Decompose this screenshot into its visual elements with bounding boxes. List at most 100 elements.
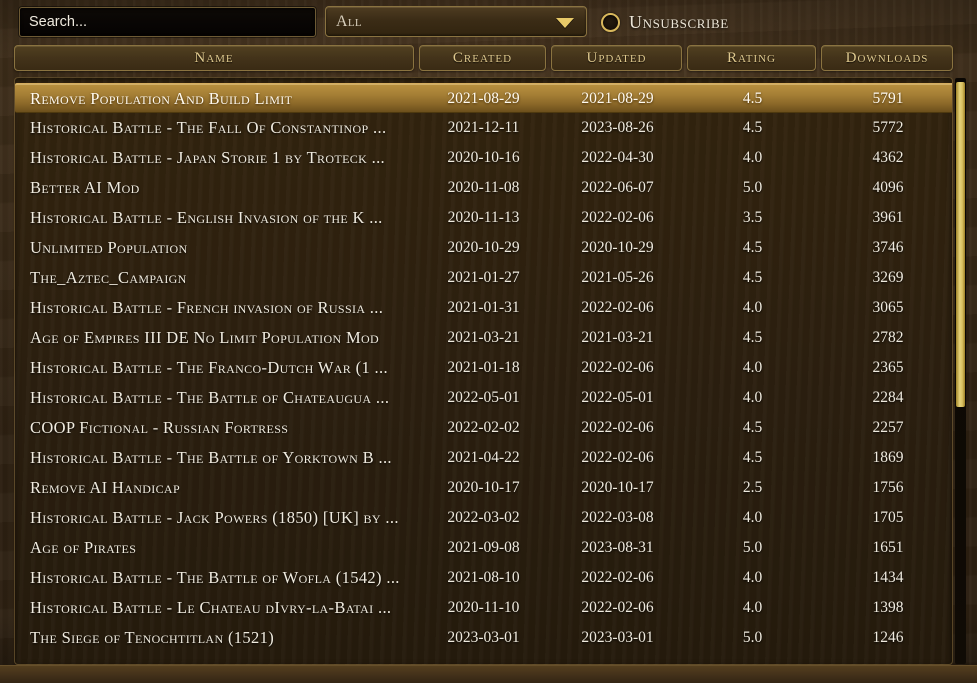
cell-name: Age of Pirates [30, 538, 137, 557]
unsubscribe-label: Unsubscribe [629, 11, 729, 32]
cell-name: Historical Battle - Jack Powers (1850) [… [30, 508, 399, 527]
cell-rating: 3.5 [742, 209, 763, 226]
cell-downloads: 1651 [872, 539, 904, 556]
radio-unchecked-icon[interactable] [601, 12, 620, 32]
table-row[interactable]: Better AI Mod 2020-11-08 2022-06-07 5.0 4096 [15, 173, 952, 203]
table-row[interactable]: Historical Battle - The Battle of Yorkto… [15, 443, 952, 473]
cell-name: Historical Battle - Le Chateau dIvry-la-… [30, 598, 392, 617]
cell-rating: 5.0 [742, 179, 763, 196]
cell-rating: 4.0 [742, 149, 763, 166]
cell-updated: 2022-02-06 [581, 569, 654, 586]
scrollbar-thumb[interactable] [956, 82, 965, 407]
filter-dropdown-value: All [336, 13, 362, 30]
table-row[interactable]: Remove Population And Build Limit 2021-08… [15, 83, 952, 113]
cell-downloads: 5772 [872, 119, 904, 136]
filter-dropdown[interactable]: All [325, 6, 587, 37]
cell-rating: 4.0 [742, 569, 763, 586]
vertical-scrollbar[interactable] [955, 78, 966, 664]
cell-name: The_Aztec_Campaign [30, 268, 187, 287]
cell-name: Better AI Mod [30, 178, 140, 197]
cell-downloads: 3746 [872, 239, 904, 256]
column-header-name[interactable]: Name [14, 45, 414, 71]
table-row[interactable]: Historical Battle - French invasion of R… [15, 293, 952, 323]
cell-downloads: 2365 [872, 359, 904, 376]
cell-created: 2021-03-21 [447, 329, 520, 346]
cell-rating: 5.0 [742, 539, 763, 556]
column-header-updated[interactable]: Updated [551, 45, 682, 71]
table-row[interactable]: Age of Pirates 2021-09-08 2023-08-31 5.0 165… [15, 533, 952, 563]
cell-updated: 2022-02-06 [581, 209, 654, 226]
table-row[interactable]: The Siege of Tenochtitlan (1521) 2023-03-… [15, 623, 952, 653]
cell-name: Age of Empires III DE No Limit Populatio… [30, 328, 380, 347]
cell-created: 2020-10-16 [447, 149, 520, 166]
cell-created: 2021-01-31 [447, 299, 520, 316]
search-input[interactable] [19, 7, 316, 37]
cell-name: Historical Battle - The Battle of Yorkto… [30, 448, 392, 467]
cell-rating: 4.0 [742, 599, 763, 616]
cell-name: Remove Population And Build Limit [30, 89, 293, 108]
cell-created: 2021-08-10 [447, 569, 520, 586]
cell-name: Remove AI Handicap [30, 478, 180, 497]
cell-rating: 4.0 [742, 359, 763, 376]
cell-rating: 4.0 [742, 299, 763, 316]
cell-created: 2021-01-27 [447, 269, 520, 286]
table-row[interactable]: Historical Battle - Japan Storie 1 by Tr… [15, 143, 952, 173]
cell-updated: 2023-08-31 [581, 539, 654, 556]
column-header-created[interactable]: Created [419, 45, 546, 71]
toolbar: All Unsubscribe [0, 0, 977, 44]
cell-downloads: 1756 [872, 479, 904, 496]
cell-downloads: 2284 [872, 389, 904, 406]
table-row[interactable]: Historical Battle - The Battle of Chatea… [15, 383, 952, 413]
table-row[interactable]: Unlimited Population 2020-10-29 2020-10-29… [15, 233, 952, 263]
cell-rating: 4.5 [742, 269, 763, 286]
cell-name: COOP Fictional - Russian Fortress [30, 418, 289, 437]
cell-created: 2022-03-02 [447, 509, 520, 526]
table-row[interactable]: Historical Battle - Jack Powers (1850) [… [15, 503, 952, 533]
cell-created: 2022-05-01 [447, 389, 520, 406]
cell-updated: 2022-02-06 [581, 599, 654, 616]
table-row[interactable]: COOP Fictional - Russian Fortress 2022-02… [15, 413, 952, 443]
table-row[interactable]: The_Aztec_Campaign 2021-01-27 2021-05-26 4.… [15, 263, 952, 293]
table-header: Name Created Updated Rating Downloads [0, 45, 977, 72]
cell-updated: 2022-05-01 [581, 389, 654, 406]
table-row[interactable]: Historical Battle - The Fall Of Constant… [15, 113, 952, 143]
cell-updated: 2022-02-06 [581, 359, 654, 376]
cell-updated: 2022-02-06 [581, 299, 654, 316]
cell-created: 2021-01-18 [447, 359, 520, 376]
cell-downloads: 4096 [872, 179, 904, 196]
cell-updated: 2021-08-29 [581, 90, 654, 107]
cell-name: The Siege of Tenochtitlan (1521) [30, 628, 275, 647]
cell-created: 2023-03-01 [447, 629, 520, 646]
window-bottom-trim [0, 665, 977, 683]
cell-rating: 4.5 [742, 119, 763, 136]
cell-rating: 4.0 [742, 389, 763, 406]
cell-created: 2020-10-17 [447, 479, 520, 496]
cell-downloads: 1705 [872, 509, 904, 526]
cell-name: Historical Battle - The Battle of Wofla … [30, 568, 400, 587]
cell-downloads: 1246 [872, 629, 904, 646]
column-header-downloads[interactable]: Downloads [821, 45, 953, 71]
cell-updated: 2022-02-06 [581, 449, 654, 466]
cell-created: 2020-11-13 [447, 209, 520, 226]
table-row[interactable]: Historical Battle - English Invasion of … [15, 203, 952, 233]
unsubscribe-toggle[interactable]: Unsubscribe [601, 8, 729, 36]
table-row[interactable]: Age of Empires III DE No Limit Populatio… [15, 323, 952, 353]
cell-name: Historical Battle - The Battle of Chatea… [30, 388, 390, 407]
cell-updated: 2022-04-30 [581, 149, 654, 166]
cell-rating: 4.5 [742, 419, 763, 436]
cell-downloads: 2782 [872, 329, 904, 346]
column-header-rating[interactable]: Rating [687, 45, 816, 71]
table-row[interactable]: Historical Battle - Le Chateau dIvry-la-… [15, 593, 952, 623]
table-row[interactable]: Remove AI Handicap 2020-10-17 2020-10-17 2.… [15, 473, 952, 503]
cell-rating: 4.5 [742, 329, 763, 346]
table-row[interactable]: Historical Battle - The Franco-Dutch War… [15, 353, 952, 383]
cell-rating: 4.0 [742, 509, 763, 526]
cell-downloads: 2257 [872, 419, 904, 436]
table-row[interactable]: Historical Battle - The Battle of Wofla … [15, 563, 952, 593]
cell-rating: 2.5 [742, 479, 763, 496]
cell-rating: 4.5 [742, 90, 763, 107]
cell-updated: 2022-03-08 [581, 509, 654, 526]
cell-updated: 2023-08-26 [581, 119, 654, 136]
cell-created: 2021-04-22 [447, 449, 520, 466]
cell-downloads: 3269 [872, 269, 904, 286]
